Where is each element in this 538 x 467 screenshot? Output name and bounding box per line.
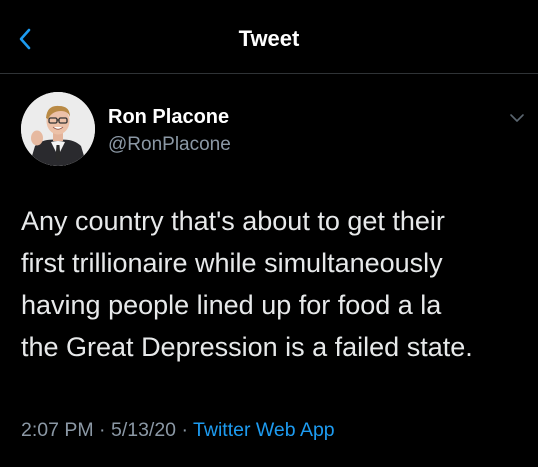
author-handle[interactable]: @RonPlacone [108,134,231,156]
tweet-text-line: the Great Depression is a failed state. [21,332,473,362]
tweet-time[interactable]: 2:07 PM [21,419,94,441]
top-bar: Tweet [0,0,538,74]
tweet-text-line: having people lined up for food a la [21,290,442,320]
tweet-date[interactable]: 5/13/20 [111,419,176,441]
tweet-source-link[interactable]: Twitter Web App [193,419,335,441]
tweet-text-line: first trillionaire while simultaneously [21,248,443,278]
tweet-metadata: 2:07 PM · 5/13/20 · Twitter Web App [21,419,335,442]
meta-separator: · [99,419,106,441]
meta-separator: · [181,419,188,441]
author-name[interactable]: Ron Placone [108,106,229,129]
tweet-text-line: Any country that's about to get their [21,206,445,236]
chevron-down-icon [510,114,524,122]
tweet-text: Any country that's about to get their fi… [21,200,526,368]
page-title: Tweet [238,26,300,51]
more-options-button[interactable] [508,109,526,127]
avatar[interactable] [21,92,95,166]
avatar-image [21,92,95,166]
